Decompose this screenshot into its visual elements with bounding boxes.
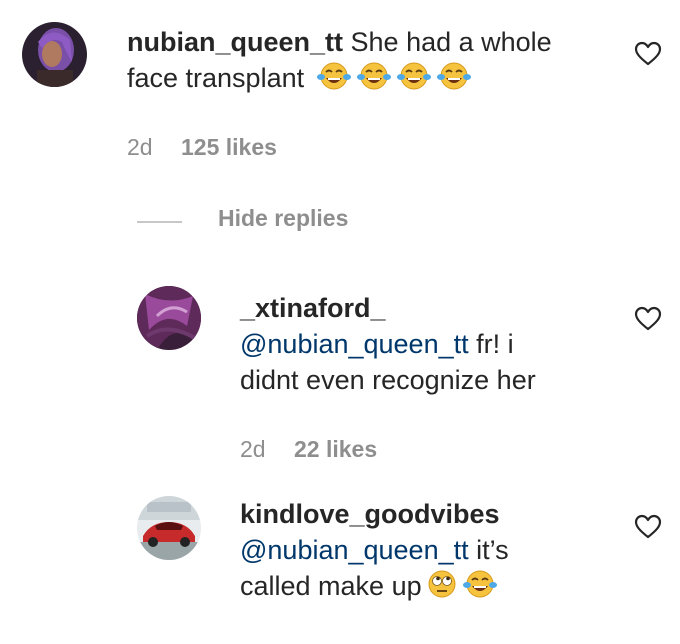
tears-of-joy-emoji-icon: [356, 62, 391, 90]
tears-of-joy-emoji-icon: [462, 570, 497, 598]
heart-outline-icon: [634, 306, 662, 331]
comment-timestamp[interactable]: 2d: [127, 134, 153, 160]
avatar-image: [137, 496, 201, 560]
comment-likes-count[interactable]: 125 likes: [181, 134, 277, 160]
reply-username[interactable]: _xtinaford_: [240, 293, 386, 323]
like-button[interactable]: [634, 306, 662, 337]
comment-username[interactable]: nubian_queen_tt: [127, 27, 343, 57]
reply-likes-count[interactable]: 22 likes: [294, 436, 377, 462]
reply-text: fr! i: [468, 329, 514, 359]
replies-divider: [137, 221, 182, 223]
avatar[interactable]: [22, 22, 87, 87]
comment-text: She had a whole: [350, 27, 552, 57]
reply-meta: 2d 22 likes: [240, 436, 377, 463]
tears-of-joy-emoji-icon: [316, 62, 351, 90]
comment-meta: 2d 125 likes: [127, 134, 277, 161]
reply-body: _xtinaford_ @nubian_queen_tt fr! i didnt…: [240, 290, 620, 398]
emoji-group: [312, 62, 472, 93]
avatar-image: [137, 286, 201, 350]
like-button[interactable]: [634, 41, 662, 72]
rolling-eyes-emoji-icon: [428, 570, 456, 598]
heart-outline-icon: [634, 41, 662, 66]
tears-of-joy-emoji-icon: [396, 62, 431, 90]
reply-body: kindlove_goodvibes @nubian_queen_tt it’s…: [240, 496, 620, 604]
tears-of-joy-emoji-icon: [436, 62, 471, 90]
avatar-image: [22, 22, 87, 87]
comment-text: face transplant: [127, 63, 305, 93]
avatar[interactable]: [137, 286, 201, 350]
reply-text: it’s: [468, 535, 509, 565]
reply-username[interactable]: kindlove_goodvibes: [240, 499, 500, 529]
comment-body: nubian_queen_tt She had a whole face tra…: [127, 24, 597, 96]
heart-outline-icon: [634, 514, 662, 539]
hide-replies-button[interactable]: Hide replies: [218, 205, 348, 232]
reply-mention[interactable]: @nubian_queen_tt: [240, 535, 469, 565]
avatar[interactable]: [137, 496, 201, 560]
reply-text: called make up: [240, 571, 422, 601]
reply-timestamp[interactable]: 2d: [240, 436, 266, 462]
like-button[interactable]: [634, 514, 662, 545]
reply-text: didnt even recognize her: [240, 365, 536, 395]
reply-mention[interactable]: @nubian_queen_tt: [240, 329, 469, 359]
